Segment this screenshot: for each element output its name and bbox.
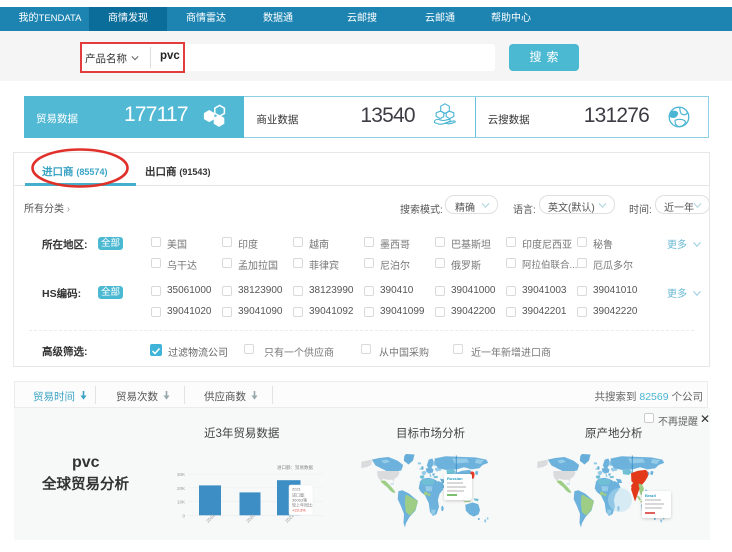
svg-text:20K: 20K [177,486,185,491]
svg-text:10K: 10K [177,500,185,505]
svg-text:30K: 30K [177,472,185,477]
svg-text:+23.3%: +23.3% [292,508,306,513]
svg-text:2021: 2021 [292,487,302,492]
svg-text:进口额：贸易数据: 进口额：贸易数据 [277,464,313,471]
svg-text:0: 0 [182,513,185,518]
